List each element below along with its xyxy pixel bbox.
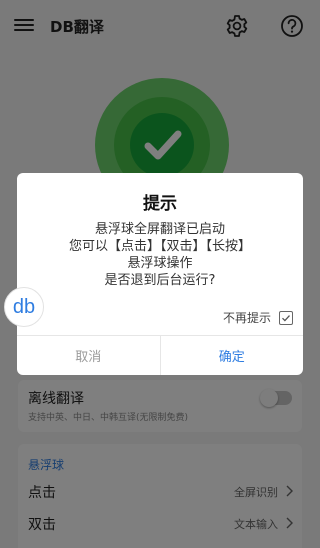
dialog-message: 悬浮球全屏翻译已启动 您可以【点击】【双击】【长按】 悬浮球操作 是否退到后台运… bbox=[17, 221, 303, 289]
cancel-button[interactable]: 取消 bbox=[17, 336, 161, 375]
dont-remind-label: 不再提示 bbox=[222, 311, 271, 325]
prompt-dialog: 提示 悬浮球全屏翻译已启动 您可以【点击】【双击】【长按】 悬浮球操作 是否退到… bbox=[17, 173, 303, 375]
dialog-footer: 取消 确定 bbox=[17, 335, 303, 375]
dialog-title: 提示 bbox=[143, 194, 177, 214]
dialog-message-line: 您可以【点击】【双击】【长按】 bbox=[68, 239, 251, 254]
dont-remind-option[interactable]: 不再提示 bbox=[223, 309, 293, 326]
confirm-button[interactable]: 确定 bbox=[161, 336, 304, 375]
dialog-message-line: 是否退到后台运行? bbox=[104, 273, 216, 288]
dialog-message-line: 悬浮球全屏翻译已启动 bbox=[94, 222, 225, 237]
checkmark-icon bbox=[282, 314, 290, 322]
dialog-message-line: 悬浮球操作 bbox=[127, 256, 193, 271]
dont-remind-checkbox[interactable] bbox=[279, 310, 293, 325]
floating-ball[interactable]: db bbox=[4, 287, 44, 327]
